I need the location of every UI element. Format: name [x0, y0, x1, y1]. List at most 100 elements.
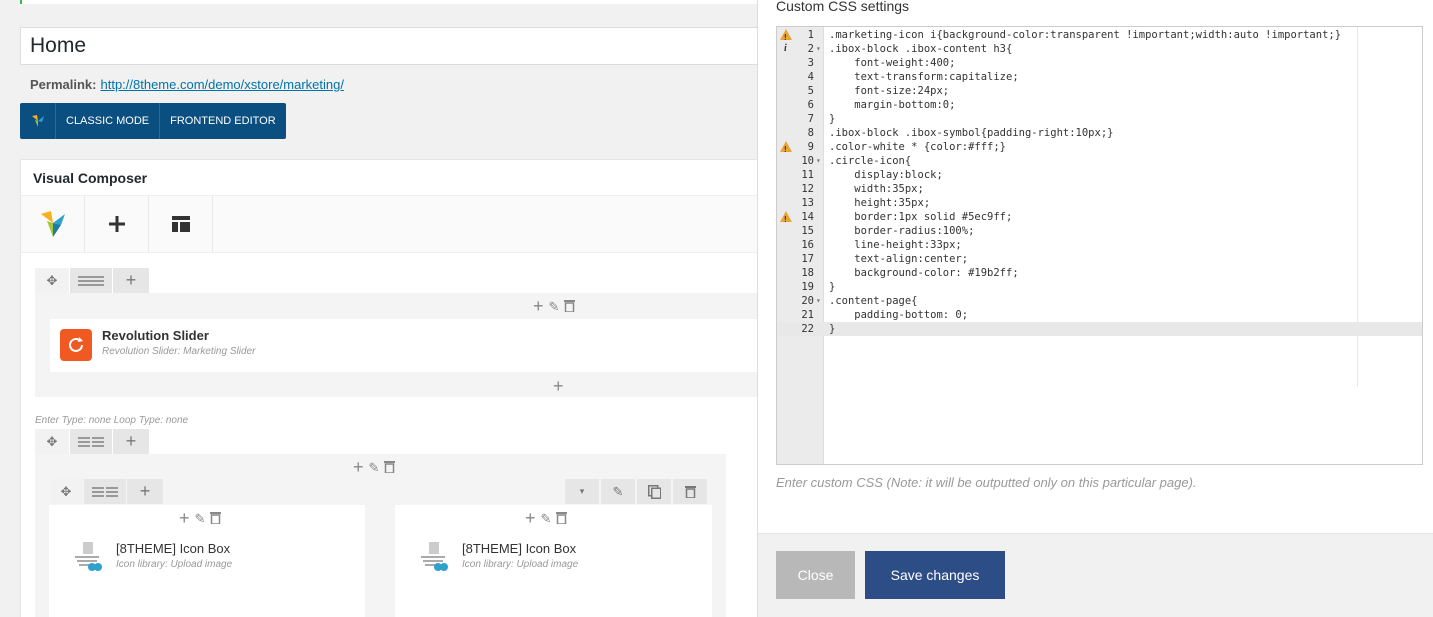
- trash-icon[interactable]: [564, 299, 576, 315]
- plus-icon[interactable]: +: [353, 457, 364, 478]
- code-text: .circle-icon{: [829, 155, 912, 167]
- code-line[interactable]: 1 .marketing-icon i{background-color:tran…: [777, 28, 1422, 45]
- code-line[interactable]: 20 ▾ .content-page{: [777, 294, 1422, 308]
- inner-row-controls: ✥ +: [49, 479, 163, 504]
- move-icon[interactable]: ✥: [35, 268, 69, 293]
- panel-footer: [758, 533, 1433, 617]
- code-line[interactable]: 4 text-transform:capitalize;: [777, 70, 1422, 84]
- code-line[interactable]: 10 ▾ .circle-icon{: [777, 154, 1422, 168]
- pencil-icon[interactable]: ✎: [601, 479, 635, 504]
- move-icon[interactable]: ✥: [49, 479, 83, 504]
- save-changes-button[interactable]: Save changes: [865, 551, 1005, 599]
- refresh-icon: [60, 329, 92, 361]
- code-text: padding-bottom: 0;: [829, 309, 969, 321]
- editor-mode-bar: CLASSIC MODE FRONTEND EDITOR: [20, 103, 286, 139]
- code-line[interactable]: 12 width:35px;: [777, 182, 1422, 196]
- code-text: font-weight:400;: [829, 57, 956, 69]
- fold-icon[interactable]: ▾: [816, 42, 824, 56]
- code-line[interactable]: 13 height:35px;: [777, 196, 1422, 210]
- plus-icon[interactable]: +: [179, 508, 190, 529]
- code-text: }: [829, 281, 836, 293]
- vc-logo-icon[interactable]: [21, 196, 85, 252]
- row-layout-icon[interactable]: [70, 429, 112, 454]
- pencil-icon[interactable]: ✎: [541, 511, 552, 527]
- panel-title: Custom CSS settings: [776, 0, 910, 14]
- css-code-editor[interactable]: 1 .marketing-icon i{background-color:tran…: [776, 26, 1423, 465]
- column-actions: + ✎: [179, 508, 222, 529]
- trash-icon[interactable]: [384, 460, 396, 476]
- code-line[interactable]: i 2 ▾ .ibox-block .ibox-content h3{: [777, 42, 1422, 56]
- code-line[interactable]: 8 .ibox-block .ibox-symbol{padding-right:…: [777, 126, 1422, 140]
- line-number: 14: [801, 211, 814, 223]
- plus-icon[interactable]: [85, 196, 149, 252]
- classic-mode-button[interactable]: CLASSIC MODE: [56, 103, 159, 139]
- code-line[interactable]: 22}: [777, 322, 1422, 336]
- close-button[interactable]: Close: [776, 551, 855, 599]
- code-line[interactable]: 6 margin-bottom:0;: [777, 98, 1422, 112]
- plus-icon[interactable]: +: [553, 376, 564, 397]
- code-line[interactable]: 3 font-weight:400;: [777, 56, 1422, 70]
- code-line[interactable]: 15 border-radius:100%;: [777, 224, 1422, 238]
- trash-icon[interactable]: [556, 511, 568, 527]
- code-text: }: [829, 323, 836, 335]
- code-line[interactable]: 5 font-size:24px;: [777, 84, 1422, 98]
- vc-logo-icon[interactable]: [20, 103, 56, 139]
- code-line[interactable]: 14 border:1px solid #5ec9ff;: [777, 210, 1422, 227]
- element-title: Revolution Slider: [102, 328, 209, 343]
- code-line[interactable]: 18 background-color: #19b2ff;: [777, 266, 1422, 280]
- line-number: 8: [807, 127, 814, 139]
- fold-icon[interactable]: ▾: [816, 294, 824, 308]
- code-text: border-radius:100%;: [829, 225, 975, 237]
- code-text: font-size:24px;: [829, 85, 950, 97]
- template-icon[interactable]: [149, 196, 213, 252]
- row-layout-icon[interactable]: [84, 479, 126, 504]
- permalink: Permalink: http://8theme.com/demo/xstore/…: [30, 77, 344, 92]
- element-subtitle: Revolution Slider: Marketing Slider: [102, 346, 256, 357]
- add-column-icon[interactable]: +: [113, 268, 149, 293]
- line-number: 11: [801, 169, 814, 181]
- move-icon[interactable]: ✥: [35, 429, 69, 454]
- post-title-input[interactable]: Home: [20, 27, 760, 65]
- code-text: .color-white * {color:#fff;}: [829, 141, 1007, 153]
- column-actions: + ✎: [533, 296, 576, 317]
- trash-icon[interactable]: [673, 479, 707, 504]
- code-text: width:35px;: [829, 183, 924, 195]
- line-number: 3: [807, 57, 814, 69]
- column-actions: + ✎: [525, 508, 568, 529]
- clone-icon[interactable]: [637, 479, 671, 504]
- line-number: 10: [801, 155, 814, 167]
- code-text: margin-bottom:0;: [829, 99, 956, 111]
- code-line[interactable]: 16 line-height:33px;: [777, 238, 1422, 252]
- code-line[interactable]: 19}: [777, 280, 1422, 294]
- pencil-icon[interactable]: ✎: [369, 460, 380, 476]
- permalink-link[interactable]: http://8theme.com/demo/xstore/marketing/: [100, 77, 344, 92]
- add-column-icon[interactable]: +: [127, 479, 163, 504]
- pencil-icon[interactable]: ✎: [195, 511, 206, 527]
- code-text: text-transform:capitalize;: [829, 71, 1019, 83]
- element-revolution-slider[interactable]: Revolution Slider Revolution Slider: Mar…: [50, 319, 757, 372]
- code-line[interactable]: 9 .color-white * {color:#fff;}: [777, 140, 1422, 157]
- plus-icon[interactable]: +: [525, 508, 536, 529]
- code-text: .marketing-icon i{background-color:trans…: [829, 29, 1342, 41]
- element-title: [8THEME] Icon Box: [462, 541, 577, 556]
- row-layout-icon[interactable]: [70, 268, 112, 293]
- line-number: 6: [807, 99, 814, 111]
- chevron-down-icon[interactable]: ▾: [565, 479, 599, 504]
- line-number: 22: [801, 323, 814, 335]
- element-subtitle: Icon library: Upload image: [116, 559, 233, 570]
- line-number: 15: [801, 225, 814, 237]
- inner-column: + ✎ [8THEME] Icon Box Icon library: Uplo…: [395, 505, 712, 617]
- code-line[interactable]: 21 padding-bottom: 0;: [777, 308, 1422, 322]
- plus-icon[interactable]: +: [533, 296, 544, 317]
- trash-icon[interactable]: [210, 511, 222, 527]
- pencil-icon[interactable]: ✎: [549, 299, 560, 315]
- code-line[interactable]: 17 text-align:center;: [777, 252, 1422, 266]
- add-column-icon[interactable]: +: [113, 429, 149, 454]
- line-number: 20: [801, 295, 814, 307]
- code-line[interactable]: 11 display:block;: [777, 168, 1422, 182]
- code-line[interactable]: 7}: [777, 112, 1422, 126]
- frontend-editor-button[interactable]: FRONTEND EDITOR: [159, 103, 286, 139]
- code-text: line-height:33px;: [829, 239, 962, 251]
- code-text: .ibox-block .ibox-symbol{padding-right:1…: [829, 127, 1114, 139]
- fold-icon[interactable]: ▾: [816, 154, 824, 168]
